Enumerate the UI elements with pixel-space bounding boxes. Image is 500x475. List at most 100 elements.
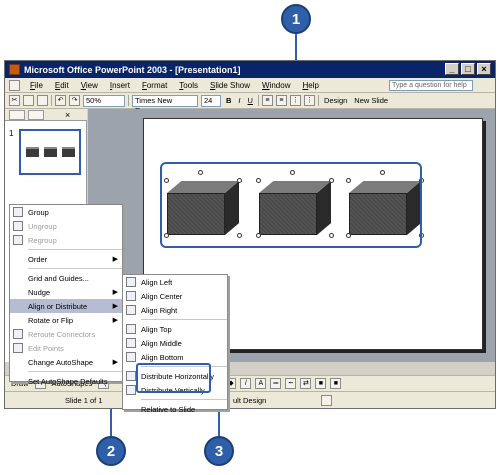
zoom-select[interactable]: 50% xyxy=(83,94,125,107)
menu-file[interactable]: File xyxy=(24,81,49,90)
line-style-icon[interactable]: ═ xyxy=(270,378,282,389)
align-top-icon xyxy=(126,324,136,334)
spelling-icon xyxy=(321,395,332,406)
align-center-icon xyxy=(126,291,136,301)
align-right-icon xyxy=(126,305,136,315)
edit-points-item[interactable]: Edit Points xyxy=(10,341,122,355)
submenu-arrow-icon: ▶ xyxy=(112,303,118,310)
align-middle-item[interactable]: Align Middle xyxy=(123,336,227,350)
bold-button[interactable]: B xyxy=(224,96,233,105)
menu-edit[interactable]: Edit xyxy=(49,81,75,90)
design-button[interactable]: Design xyxy=(322,96,349,105)
thumb-cube xyxy=(26,147,39,157)
nudge-item[interactable]: Nudge ▶ xyxy=(10,285,122,299)
arrow-style-icon[interactable]: ⇄ xyxy=(300,378,312,389)
underline-button[interactable]: U xyxy=(246,96,255,105)
font-select[interactable]: Times New Roman xyxy=(132,94,198,115)
menu-bar: File Edit View Insert Format Tools Slide… xyxy=(5,78,495,93)
document-icon xyxy=(9,79,20,91)
menu-separator xyxy=(28,249,122,250)
status-bar: Slide 1 of 1 ult Design xyxy=(5,391,495,408)
minimize-button[interactable]: _ xyxy=(445,63,459,75)
toolbar-separator xyxy=(128,95,129,106)
align-bottom-icon xyxy=(126,352,136,362)
reroute-connectors-item[interactable]: Reroute Connectors xyxy=(10,327,122,341)
slides-tab[interactable] xyxy=(28,109,44,120)
center-icon[interactable]: ≡ xyxy=(275,95,287,106)
powerpoint-app-icon xyxy=(9,64,20,75)
dash-style-icon[interactable]: ┅ xyxy=(285,378,297,389)
slide-thumbnail[interactable] xyxy=(19,129,81,175)
callout-3: 3 xyxy=(204,436,234,466)
close-button[interactable]: × xyxy=(477,63,491,75)
align-middle-icon xyxy=(126,338,136,348)
copy-icon[interactable] xyxy=(23,95,34,106)
change-autoshape-item[interactable]: Change AutoShape ▶ xyxy=(10,355,122,369)
menu-format[interactable]: Format xyxy=(136,81,173,90)
toolbar-separator xyxy=(257,95,259,106)
paste-icon[interactable] xyxy=(37,95,48,106)
window-title: Microsoft Office PowerPoint 2003 - [Pres… xyxy=(24,64,241,75)
pane-close-icon[interactable]: × xyxy=(65,110,70,120)
group-item[interactable]: Group xyxy=(10,205,122,219)
slide-number: 1 xyxy=(9,129,14,138)
italic-button[interactable]: I xyxy=(236,96,242,105)
menu-help[interactable]: Help xyxy=(296,81,324,90)
regroup-icon xyxy=(13,235,23,245)
relative-to-slide-item[interactable]: Relative to Slide xyxy=(123,402,227,416)
set-defaults-item[interactable]: Set AutoShape Defaults xyxy=(10,374,122,388)
menu-tools[interactable]: Tools xyxy=(173,81,204,90)
align-left-item[interactable]: Align Left xyxy=(123,275,227,289)
align-left-icon xyxy=(126,277,136,287)
reroute-icon xyxy=(13,329,23,339)
submenu-arrow-icon: ▶ xyxy=(112,317,118,324)
bullets-icon[interactable]: ⋮ xyxy=(303,95,315,106)
submenu-arrow-icon: ▶ xyxy=(112,256,118,263)
submenu-arrow-icon: ▶ xyxy=(112,359,118,366)
design-template-status: ult Design xyxy=(233,396,267,405)
group-icon xyxy=(13,207,23,217)
menu-view[interactable]: View xyxy=(75,81,104,90)
align-distribute-item[interactable]: Align or Distribute ▶ xyxy=(10,299,122,313)
thumb-cube xyxy=(44,147,57,157)
grid-guides-item[interactable]: Grid and Guides... xyxy=(10,271,122,285)
toolbar-separator xyxy=(51,95,52,106)
toolbar-separator xyxy=(317,95,319,106)
ungroup-item[interactable]: Ungroup xyxy=(10,219,122,233)
menu-separator xyxy=(141,319,227,320)
align-right-item[interactable]: Align Right xyxy=(123,303,227,317)
font-size-select[interactable]: 24 xyxy=(201,94,221,107)
outline-tab[interactable] xyxy=(9,109,25,120)
order-item[interactable]: Order ▶ xyxy=(10,252,122,266)
new-slide-button[interactable]: New Slide xyxy=(352,96,390,105)
cut-icon[interactable]: ✂ xyxy=(9,95,20,106)
numbering-icon[interactable]: ⋮ xyxy=(289,95,301,106)
callout-2: 2 xyxy=(96,436,126,466)
shapes-highlight xyxy=(160,162,422,248)
callout-1: 1 xyxy=(281,4,311,34)
font-color-icon[interactable]: A xyxy=(255,378,267,389)
shadow-icon[interactable]: ■ xyxy=(315,378,327,389)
align-top-item[interactable]: Align Top xyxy=(123,322,227,336)
title-bar: Microsoft Office PowerPoint 2003 - [Pres… xyxy=(5,61,495,78)
maximize-button[interactable]: □ xyxy=(461,63,475,75)
align-left-icon[interactable]: ≡ xyxy=(261,95,273,106)
redo-icon[interactable]: ↷ xyxy=(69,95,80,106)
rotate-flip-item[interactable]: Rotate or Flip ▶ xyxy=(10,313,122,327)
3d-style-icon[interactable]: ■ xyxy=(330,378,342,389)
line-color-icon[interactable]: / xyxy=(240,378,252,389)
undo-icon[interactable]: ↶ xyxy=(55,95,66,106)
align-center-item[interactable]: Align Center xyxy=(123,289,227,303)
ungroup-icon xyxy=(13,221,23,231)
distribute-vertically-icon xyxy=(126,385,136,395)
regroup-item[interactable]: Regroup xyxy=(10,233,122,247)
menu-window[interactable]: Window xyxy=(256,81,296,90)
distribute-horizontally-icon xyxy=(126,371,136,381)
menu-separator xyxy=(28,268,122,269)
distribute-highlight xyxy=(136,363,211,393)
align-bottom-item[interactable]: Align Bottom xyxy=(123,350,227,364)
help-search-input[interactable]: Type a question for help xyxy=(389,80,473,91)
menu-insert[interactable]: Insert xyxy=(104,81,136,90)
menu-slide-show[interactable]: Slide Show xyxy=(204,81,256,90)
formatting-toolbar: ✂ ↶ ↷ 50% Times New Roman 24 B I U ≡ ≡ ⋮… xyxy=(5,93,495,115)
